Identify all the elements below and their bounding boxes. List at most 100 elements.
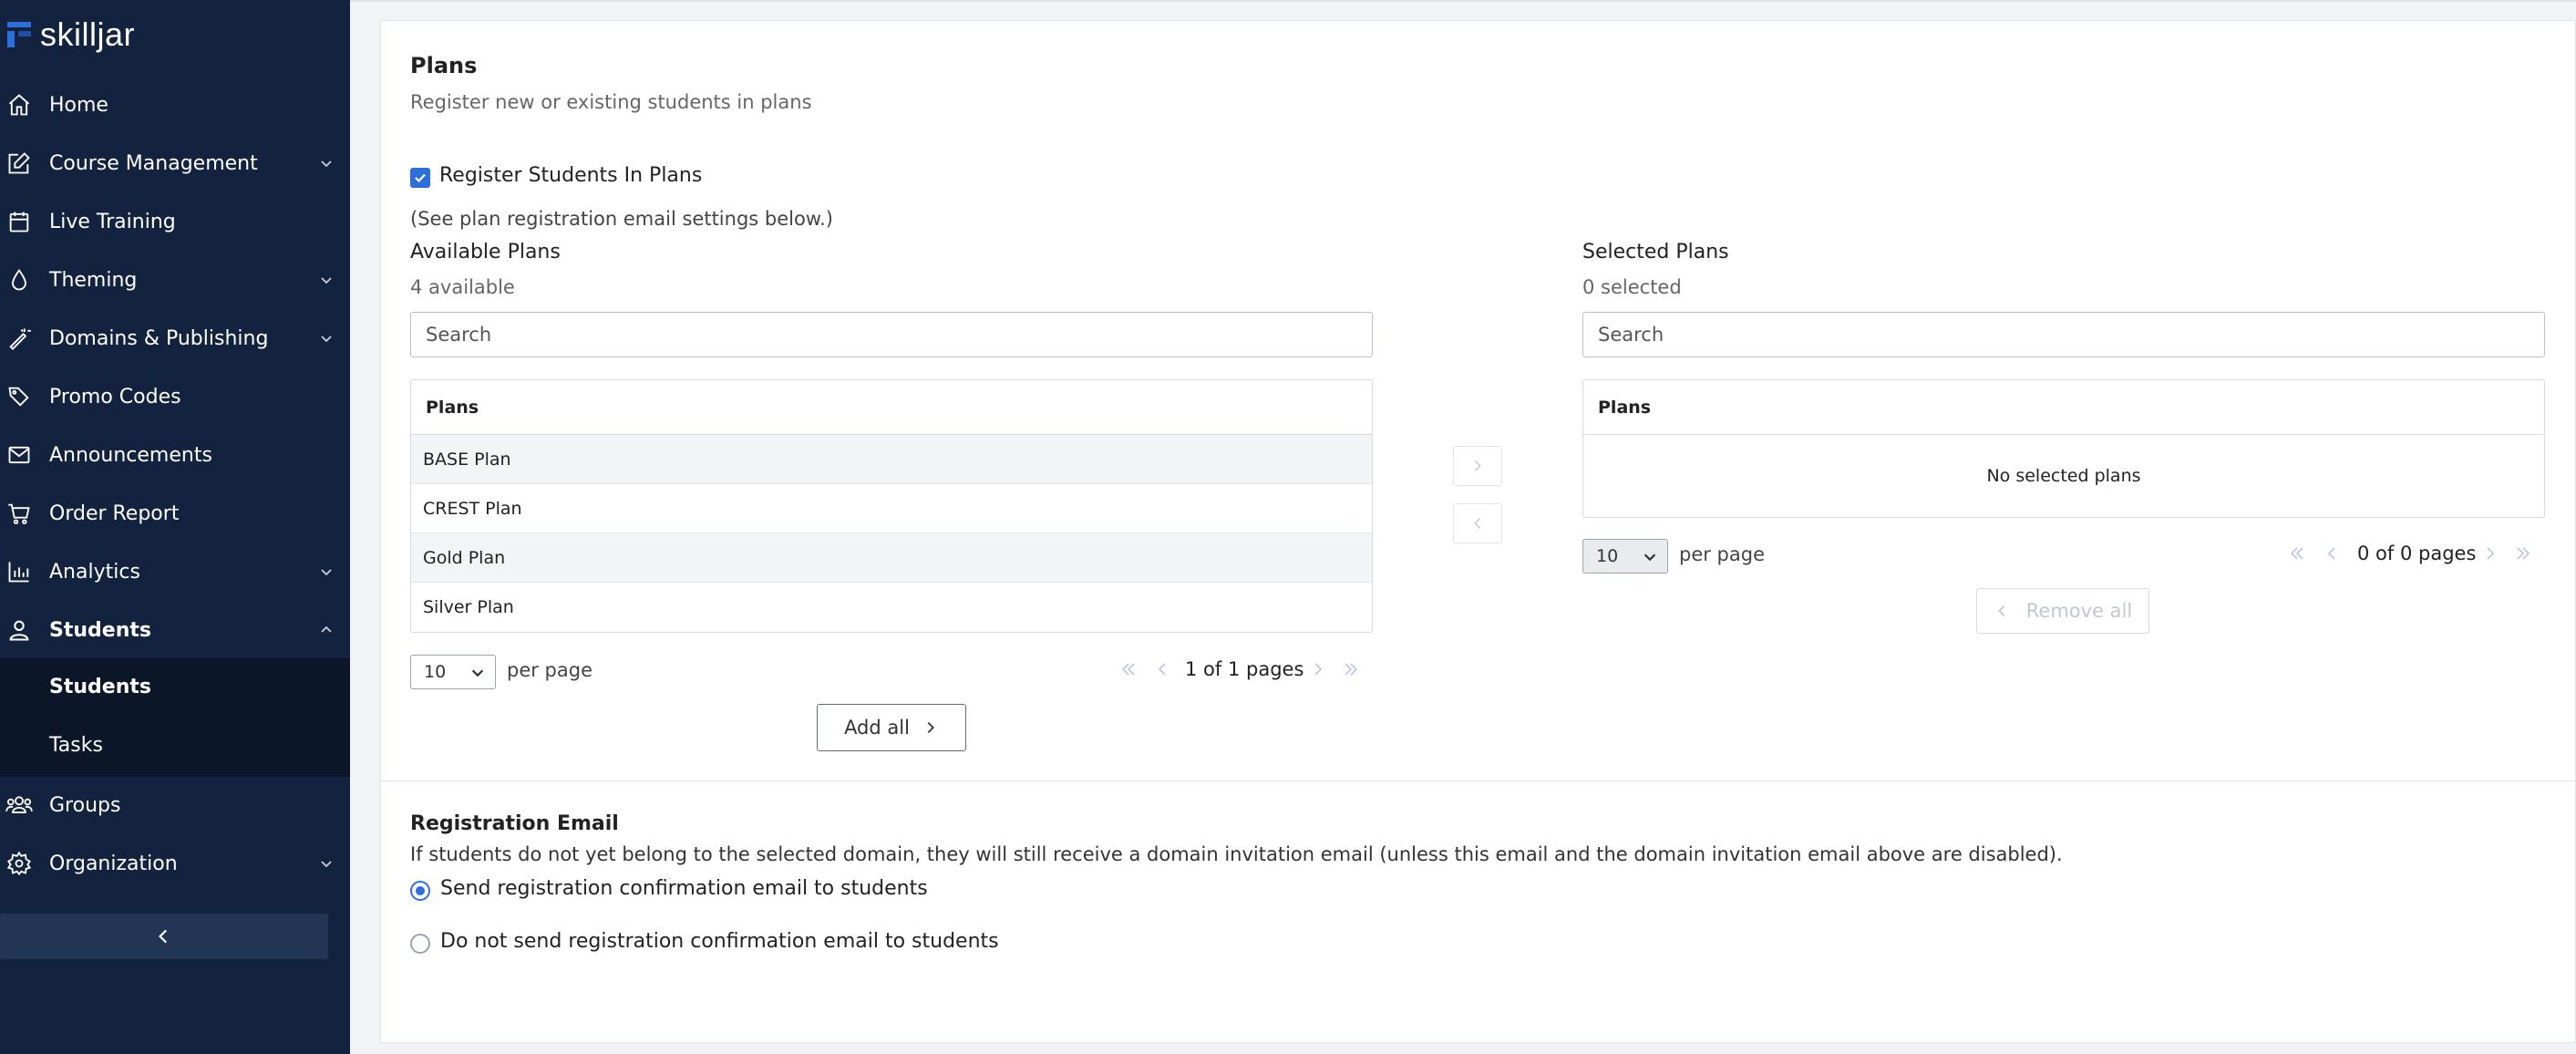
sidebar-item-announcements[interactable]: Announcements bbox=[0, 426, 350, 484]
skilljar-logo[interactable]: skilljar bbox=[7, 13, 135, 57]
move-left-button[interactable] bbox=[1453, 503, 1502, 543]
logo-text: skilljar bbox=[40, 16, 136, 53]
bar-chart-icon bbox=[5, 558, 33, 585]
edit-icon bbox=[5, 150, 33, 177]
first-page-icon[interactable] bbox=[2288, 544, 2306, 563]
selected-per-page-select[interactable]: 10 bbox=[1582, 539, 1668, 574]
sidebar-item-home[interactable]: Home bbox=[0, 76, 350, 134]
previous-page-icon[interactable] bbox=[1153, 660, 1171, 678]
registration-email-description: If students do not yet belong to the sel… bbox=[410, 843, 2063, 865]
table-row[interactable]: Silver Plan bbox=[411, 583, 1372, 632]
user-icon bbox=[5, 616, 33, 644]
sidebar-item-label: Order Report bbox=[49, 501, 180, 525]
per-page-label: per page bbox=[507, 659, 593, 681]
table-header: Plans bbox=[1583, 380, 2544, 435]
sidebar-item-label: Students bbox=[49, 618, 151, 642]
remove-all-button[interactable]: Remove all bbox=[1976, 588, 2149, 634]
available-plans-search-input[interactable] bbox=[410, 312, 1373, 357]
table-row[interactable]: BASE Plan bbox=[411, 435, 1372, 484]
add-all-label: Add all bbox=[844, 717, 910, 739]
table-row[interactable]: CREST Plan bbox=[411, 484, 1372, 533]
first-page-icon[interactable] bbox=[1119, 660, 1138, 678]
send-confirmation-label[interactable]: Send registration confirmation email to … bbox=[440, 877, 928, 900]
plans-subtitle: Register new or existing students in pla… bbox=[410, 91, 812, 113]
send-confirmation-radio[interactable] bbox=[410, 881, 430, 901]
chevron-left-icon bbox=[159, 929, 167, 944]
sidebar-item-domains-publishing[interactable]: Domains & Publishing bbox=[0, 309, 350, 367]
registration-email-title: Registration Email bbox=[410, 812, 619, 835]
chevron-down-icon bbox=[321, 569, 332, 576]
sidebar-item-live-training[interactable]: Live Training bbox=[0, 192, 350, 251]
next-page-icon[interactable] bbox=[1309, 660, 1327, 678]
section-divider bbox=[380, 780, 2576, 781]
available-per-page-select[interactable]: 10 bbox=[410, 655, 496, 689]
chevron-down-icon bbox=[321, 336, 332, 343]
sidebar-item-label: Analytics bbox=[49, 560, 140, 584]
remove-all-label: Remove all bbox=[2025, 600, 2133, 622]
collapse-sidebar-button[interactable] bbox=[0, 914, 328, 959]
selected-plans-table: Plans No selected plans bbox=[1582, 379, 2545, 518]
chevron-down-icon bbox=[321, 277, 332, 284]
register-in-plans-label[interactable]: Register Students In Plans bbox=[439, 164, 702, 187]
subnav-item-tasks[interactable]: Tasks bbox=[49, 734, 103, 757]
selected-plans-search-input[interactable] bbox=[1582, 312, 2545, 357]
tags-icon bbox=[5, 383, 33, 410]
sidebar-item-label: Groups bbox=[49, 793, 121, 817]
per-page-label: per page bbox=[1679, 543, 1766, 565]
selected-pager-text: 0 of 0 pages bbox=[2357, 542, 2477, 564]
available-plans-table: Plans BASE Plan CREST Plan Gold Plan Sil… bbox=[410, 379, 1373, 633]
do-not-send-confirmation-radio[interactable] bbox=[410, 934, 430, 954]
chevron-down-icon bbox=[1643, 553, 1656, 562]
last-page-icon[interactable] bbox=[1342, 660, 1360, 678]
sidebar-item-groups[interactable]: Groups bbox=[0, 776, 350, 834]
sidebar-item-label: Course Management bbox=[49, 151, 258, 175]
chevron-left-icon bbox=[1474, 518, 1481, 529]
chevron-right-icon bbox=[1474, 460, 1481, 471]
chevron-right-icon bbox=[927, 721, 934, 734]
home-icon bbox=[5, 91, 33, 119]
do-not-send-confirmation-label[interactable]: Do not send registration confirmation em… bbox=[440, 930, 999, 953]
previous-page-icon[interactable] bbox=[2323, 544, 2341, 563]
sidebar-item-analytics[interactable]: Analytics bbox=[0, 542, 350, 601]
table-header: Plans bbox=[411, 380, 1372, 435]
add-all-button[interactable]: Add all bbox=[817, 704, 966, 751]
sidebar-item-students[interactable]: Students bbox=[0, 601, 350, 659]
sidebar-item-order-report[interactable]: Order Report bbox=[0, 484, 350, 542]
cart-icon bbox=[5, 500, 33, 527]
sidebar-item-label: Theming bbox=[49, 268, 138, 292]
logo-mark-icon bbox=[7, 20, 35, 49]
available-plans-title: Available Plans bbox=[410, 241, 561, 264]
table-row[interactable]: Gold Plan bbox=[411, 533, 1372, 583]
envelope-icon bbox=[5, 441, 33, 469]
top-border bbox=[350, 0, 2576, 2]
sidebar-item-label: Home bbox=[49, 93, 108, 117]
sidebar-item-label: Domains & Publishing bbox=[49, 326, 269, 350]
sidebar-item-label: Promo Codes bbox=[49, 385, 181, 408]
available-pager-text: 1 of 1 pages bbox=[1185, 658, 1304, 680]
register-in-plans-checkbox[interactable] bbox=[410, 168, 430, 188]
subnav-item-students[interactable]: Students bbox=[49, 676, 151, 698]
move-right-button[interactable] bbox=[1453, 446, 1502, 486]
selected-plans-title: Selected Plans bbox=[1582, 241, 1729, 264]
sidebar-item-course-management[interactable]: Course Management bbox=[0, 134, 350, 192]
sidebar-item-label: Announcements bbox=[49, 443, 212, 467]
empty-state: No selected plans bbox=[1986, 466, 2141, 486]
sidebar-item-label: Organization bbox=[49, 852, 178, 875]
sidebar-item-theming[interactable]: Theming bbox=[0, 251, 350, 309]
magic-wand-icon bbox=[5, 325, 33, 352]
per-page-value: 10 bbox=[424, 662, 447, 682]
next-page-icon[interactable] bbox=[2481, 544, 2499, 563]
available-plans-count: 4 available bbox=[410, 276, 515, 298]
plans-title: Plans bbox=[410, 53, 478, 78]
email-settings-note: (See plan registration email settings be… bbox=[410, 208, 833, 230]
chevron-left-icon bbox=[1997, 604, 2005, 617]
chevron-down-icon bbox=[471, 669, 484, 677]
sidebar: skilljar Home Course Management Live Tra… bbox=[0, 0, 350, 1054]
users-icon bbox=[5, 791, 33, 819]
selected-plans-count: 0 selected bbox=[1582, 276, 1682, 298]
per-page-value: 10 bbox=[1596, 546, 1619, 566]
last-page-icon[interactable] bbox=[2514, 544, 2532, 563]
chevron-down-icon bbox=[321, 160, 332, 168]
sidebar-item-promo-codes[interactable]: Promo Codes bbox=[0, 367, 350, 426]
sidebar-item-organization[interactable]: Organization bbox=[0, 834, 350, 893]
